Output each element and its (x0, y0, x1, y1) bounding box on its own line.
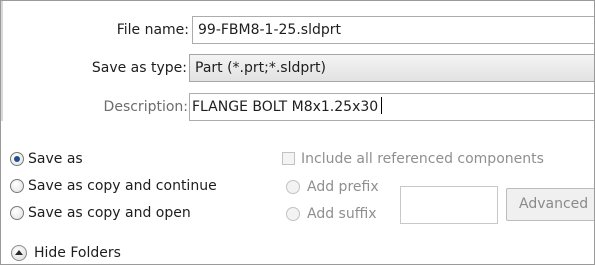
prefix-suffix-input[interactable] (400, 186, 498, 224)
save-as-radio[interactable] (10, 152, 24, 166)
add-prefix-label[interactable]: Add prefix (307, 177, 379, 197)
save-as-copy-open-radio[interactable] (10, 206, 24, 220)
description-value: FLANGE BOLT M8x1.25x30 (192, 99, 379, 115)
save-as-copy-continue-label[interactable]: Save as copy and continue (28, 176, 217, 196)
description-field[interactable]: FLANGE BOLT M8x1.25x30 (189, 93, 594, 121)
hide-folders-label[interactable]: Hide Folders (34, 243, 121, 263)
save-as-type-dropdown[interactable]: Part (*.prt;*.sldprt) (189, 54, 594, 82)
file-name-label: File name: (116, 22, 189, 38)
file-name-field[interactable]: 99-FBM8-1-25.sldprt (192, 16, 594, 44)
include-referenced-label[interactable]: Include all referenced components (301, 149, 544, 169)
add-suffix-label[interactable]: Add suffix (307, 204, 377, 224)
save-as-copy-continue-radio[interactable] (10, 179, 24, 193)
save-as-copy-open-label[interactable]: Save as copy and open (28, 203, 191, 223)
save-as-type-label: Save as type: (91, 60, 187, 76)
save-as-label[interactable]: Save as (28, 149, 83, 169)
advanced-button[interactable]: Advanced (506, 188, 594, 221)
save-as-dialog: File name: 99-FBM8-1-25.sldprt Save as t… (0, 0, 595, 265)
text-cursor (381, 97, 383, 114)
add-prefix-radio[interactable] (286, 180, 300, 194)
add-suffix-radio[interactable] (286, 207, 300, 221)
include-referenced-checkbox[interactable] (282, 152, 295, 165)
description-label: Description: (103, 99, 188, 115)
chevron-up-circle-icon[interactable] (11, 245, 27, 261)
left-edge-divider (1, 1, 3, 121)
